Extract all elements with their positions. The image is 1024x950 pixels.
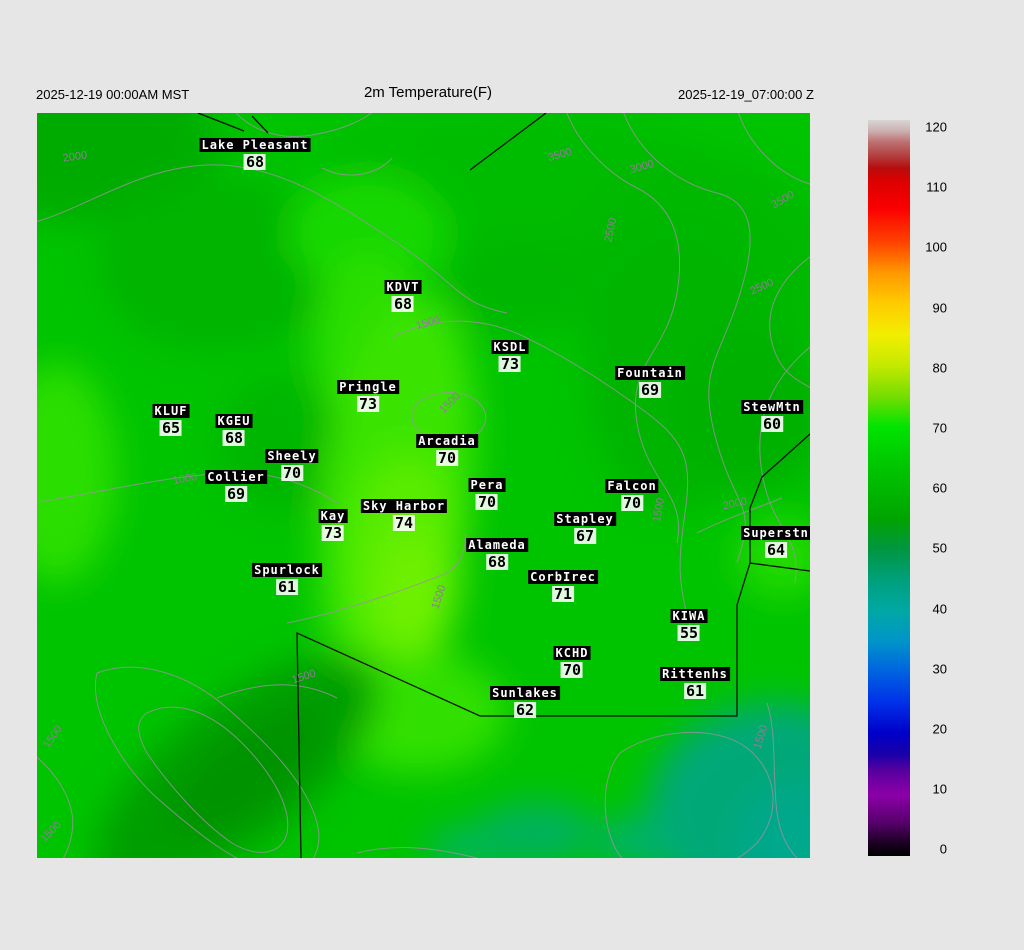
station-arcadia: Arcadia 70 — [416, 434, 478, 466]
station-name: KCHD — [553, 646, 591, 660]
station-lake-pleasant: Lake Pleasant 68 — [199, 138, 311, 171]
station-value: 60 — [760, 415, 784, 433]
station-name: Fountain — [615, 366, 685, 380]
station-name: KIWA — [670, 609, 708, 623]
station-value: 61 — [683, 682, 707, 700]
colorbar-tick-20: 20 — [932, 721, 947, 737]
station-name: Kay — [318, 509, 348, 523]
station-sunlakes: Sunlakes 62 — [490, 686, 560, 718]
colorbar-tick-60: 60 — [932, 480, 947, 496]
colorbar-tick-30: 30 — [932, 661, 947, 677]
colorbar-tick-50: 50 — [932, 540, 947, 556]
temperature-field-svg — [37, 113, 810, 858]
left-timestamp: 2025-12-19 00:00AM MST — [36, 87, 190, 102]
temperature-map: 2000 3500 3000 2500 3500 2500 1500 1500 1000 1500… — [37, 113, 810, 858]
station-value: 68 — [243, 153, 267, 171]
station-name: KLUF — [152, 404, 190, 418]
station-kluf: KLUF 65 — [152, 404, 190, 437]
station-name: Arcadia — [416, 434, 478, 448]
station-value: 71 — [551, 585, 575, 603]
station-name: KGEU — [215, 414, 253, 428]
station-kdvt: KDVT 68 — [384, 280, 422, 313]
station-value: 70 — [280, 464, 304, 482]
station-value: 73 — [321, 524, 345, 542]
station-name: KSDL — [491, 340, 529, 354]
station-value: 62 — [513, 701, 537, 719]
station-name: Pera — [468, 478, 506, 492]
station-value: 69 — [638, 381, 662, 399]
station-name: Sky Harbor — [360, 499, 448, 513]
station-value: 67 — [573, 527, 597, 545]
station-value: 68 — [222, 429, 246, 447]
station-sheely: Sheely 70 — [265, 449, 319, 482]
colorbar-tick-10: 10 — [932, 781, 947, 797]
station-stapley: Stapley 67 — [554, 512, 616, 544]
page-title: 2m Temperature(F) — [363, 84, 493, 101]
station-name: Falcon — [605, 479, 659, 493]
right-timestamp: 2025-12-19_07:00:00 Z — [678, 87, 814, 102]
station-value: 70 — [620, 494, 644, 512]
station-value: 70 — [560, 661, 584, 679]
station-alameda: Alameda 68 — [466, 538, 528, 570]
station-pringle: Pringle 73 — [337, 380, 399, 412]
station-value: 70 — [435, 449, 459, 467]
station-value: 73 — [356, 395, 380, 413]
colorbar-tick-70: 70 — [932, 420, 947, 436]
colorbar-tick-40: 40 — [932, 601, 947, 617]
station-name: Rittenhs — [660, 667, 730, 681]
station-name: Superstn — [741, 526, 810, 540]
station-name: Pringle — [337, 380, 399, 394]
station-fountain: Fountain 69 — [615, 366, 685, 398]
station-name: Lake Pleasant — [199, 138, 311, 152]
station-value: 68 — [485, 553, 509, 571]
station-value: 74 — [392, 514, 416, 532]
station-kgeu: KGEU 68 — [215, 414, 253, 447]
station-collier: Collier 69 — [205, 470, 267, 502]
colorbar-tick-90: 90 — [932, 300, 947, 316]
station-spurlock: Spurlock 61 — [252, 563, 322, 595]
temperature-colorbar — [868, 120, 910, 856]
station-value: 69 — [224, 485, 248, 503]
colorbar-tick-80: 80 — [932, 360, 947, 376]
station-ksdl: KSDL 73 — [491, 340, 529, 373]
station-name: Sheely — [265, 449, 319, 463]
colorbar-tick-0: 0 — [939, 841, 947, 857]
station-name: StewMtn — [741, 400, 803, 414]
station-value: 55 — [677, 624, 701, 642]
station-name: Sunlakes — [490, 686, 560, 700]
station-name: Collier — [205, 470, 267, 484]
station-rittenhs: Rittenhs 61 — [660, 667, 730, 699]
station-falcon: Falcon 70 — [605, 479, 659, 512]
station-corbirec: CorbIrec 71 — [528, 570, 598, 602]
colorbar-tick-110: 110 — [926, 179, 947, 195]
station-name: Stapley — [554, 512, 616, 526]
station-value: 65 — [159, 419, 183, 437]
station-name: KDVT — [384, 280, 422, 294]
station-value: 73 — [498, 355, 522, 373]
station-kay: Kay 73 — [318, 509, 348, 542]
station-value: 70 — [475, 493, 499, 511]
colorbar-tick-120: 120 — [925, 119, 947, 135]
colorbar-tick-100: 100 — [925, 239, 947, 255]
station-name: Alameda — [466, 538, 528, 552]
weather-map-page: 2025-12-19 00:00AM MST 2m Temperature(F)… — [0, 0, 1024, 950]
station-value: 64 — [764, 541, 788, 559]
station-kchd: KCHD 70 — [553, 646, 591, 679]
station-sky-harbor: Sky Harbor 74 — [360, 499, 448, 532]
station-stewmtn: StewMtn 60 — [741, 400, 803, 432]
station-name: CorbIrec — [528, 570, 598, 584]
station-value: 68 — [391, 295, 415, 313]
station-pera: Pera 70 — [468, 478, 506, 511]
station-superstn: Superstn 64 — [741, 526, 810, 558]
station-value: 61 — [275, 578, 299, 596]
station-kiwa: KIWA 55 — [670, 609, 708, 642]
station-name: Spurlock — [252, 563, 322, 577]
